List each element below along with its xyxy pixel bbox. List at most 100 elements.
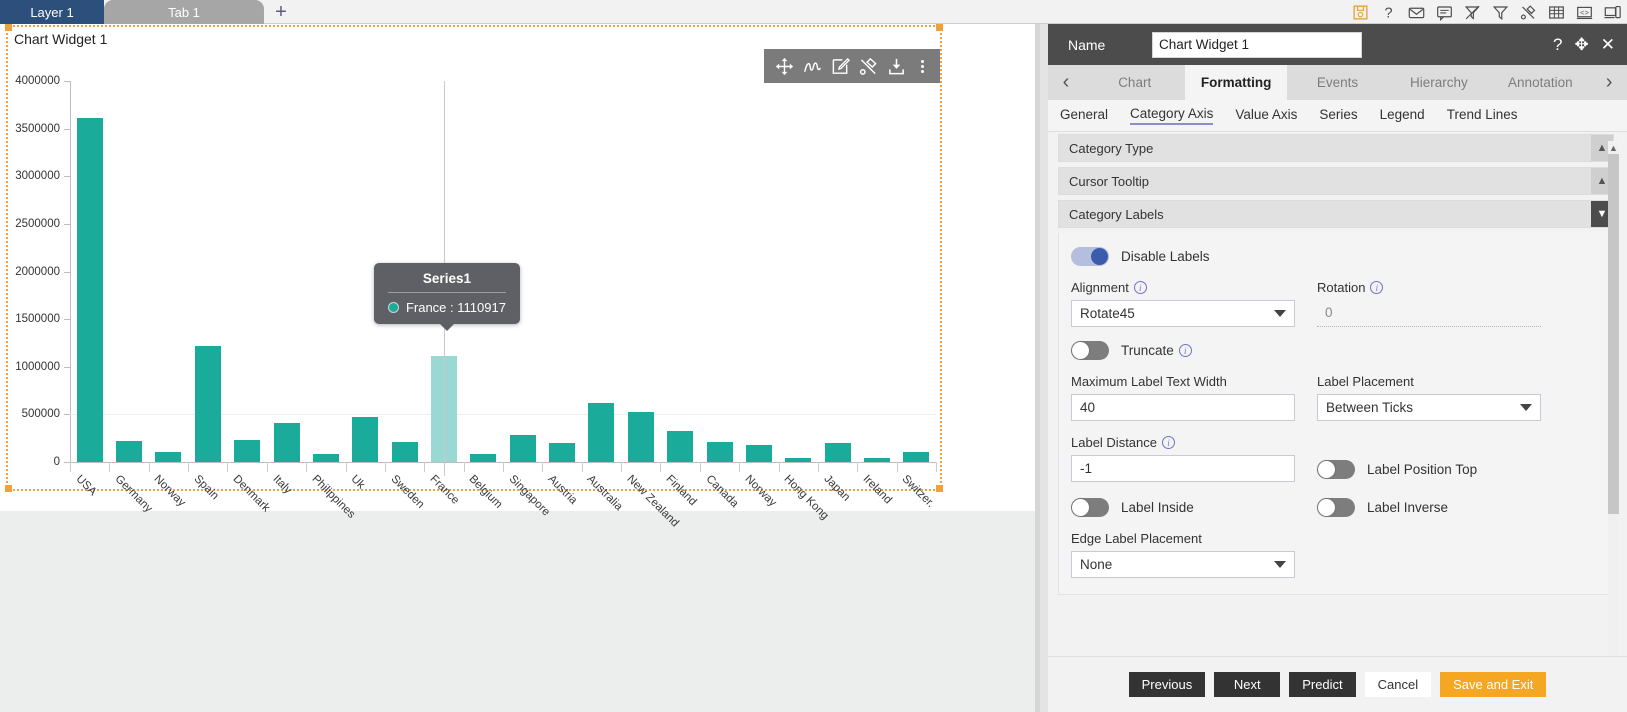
help-icon[interactable]: ? bbox=[1380, 4, 1397, 21]
subtab-category-axis[interactable]: Category Axis bbox=[1130, 106, 1214, 125]
tab-events[interactable]: Events bbox=[1287, 65, 1388, 100]
accordion-category-type[interactable]: Category Type ▲ bbox=[1058, 134, 1614, 162]
bar[interactable] bbox=[588, 403, 615, 462]
chevron-down-icon bbox=[1520, 404, 1532, 411]
info-icon[interactable]: i bbox=[1162, 436, 1175, 449]
move-icon[interactable]: ✥ bbox=[1575, 36, 1589, 53]
tab-tab-1[interactable]: Tab 1 bbox=[104, 0, 264, 24]
category-axis-tick bbox=[424, 462, 426, 472]
filter-icon[interactable] bbox=[1492, 4, 1509, 21]
subtab-series[interactable]: Series bbox=[1319, 107, 1357, 124]
bar[interactable] bbox=[863, 458, 890, 462]
bar[interactable] bbox=[155, 451, 182, 462]
panel-scrollbar[interactable]: ▲ ▼ bbox=[1608, 141, 1619, 667]
bar[interactable] bbox=[667, 430, 694, 462]
tab-formatting[interactable]: Formatting bbox=[1185, 65, 1287, 100]
rotation-input[interactable]: 0 bbox=[1317, 300, 1541, 327]
tabs-prev-button[interactable]: ‹ bbox=[1048, 65, 1084, 100]
scrollbar-thumb[interactable] bbox=[1608, 154, 1619, 514]
canvas-empty-area[interactable] bbox=[0, 511, 1040, 712]
chart-plot-area[interactable]: 0 500000 1000000 1500000 2000000 2500000 30000… bbox=[8, 49, 940, 529]
bar[interactable] bbox=[194, 346, 221, 462]
info-icon[interactable]: i bbox=[1178, 344, 1192, 357]
tab-layer-1[interactable]: Layer 1 bbox=[0, 0, 104, 24]
clear-filter-icon[interactable] bbox=[1464, 4, 1481, 21]
truncate-toggle[interactable] bbox=[1071, 341, 1109, 360]
scroll-up-icon[interactable]: ▲ bbox=[1608, 141, 1619, 154]
bar[interactable] bbox=[824, 443, 851, 462]
label-distance-input[interactable]: -1 bbox=[1071, 455, 1295, 482]
accordion-cursor-tooltip[interactable]: Cursor Tooltip ▲ bbox=[1058, 167, 1614, 195]
info-icon[interactable]: i bbox=[1133, 281, 1147, 294]
edge-label-placement-select[interactable]: None bbox=[1071, 551, 1295, 578]
info-icon[interactable]: i bbox=[1370, 281, 1384, 294]
value-axis-tick-label: 0 bbox=[53, 456, 60, 468]
bar[interactable] bbox=[549, 443, 576, 462]
category-axis-tick bbox=[896, 462, 898, 472]
design-canvas[interactable]: Chart Widget 1 0 500000 1000000 1500000 … bbox=[0, 24, 1040, 712]
bar[interactable] bbox=[627, 411, 654, 462]
accordion-category-labels[interactable]: Category Labels ▼ bbox=[1058, 200, 1614, 228]
label-position-top-toggle[interactable] bbox=[1317, 460, 1355, 479]
panel-content[interactable]: Category Type ▲ Cursor Tooltip ▲ Categor… bbox=[1058, 134, 1614, 662]
label-placement-select[interactable]: Between Ticks bbox=[1317, 394, 1541, 421]
table-icon[interactable] bbox=[1548, 4, 1565, 21]
tab-chart[interactable]: Chart bbox=[1084, 65, 1185, 100]
alignment-select[interactable]: Rotate45 bbox=[1071, 300, 1295, 327]
chevron-down-icon bbox=[1274, 561, 1286, 568]
bar[interactable] bbox=[903, 452, 930, 462]
bar[interactable] bbox=[352, 417, 379, 462]
chevron-down-icon bbox=[1274, 310, 1286, 317]
category-axis-tick bbox=[581, 462, 583, 472]
label-inside-toggle[interactable] bbox=[1071, 498, 1109, 517]
bar[interactable] bbox=[273, 423, 300, 462]
category-axis-label: Sweden bbox=[388, 473, 426, 511]
close-icon[interactable]: ✕ bbox=[1601, 36, 1615, 53]
bar[interactable] bbox=[785, 457, 812, 462]
subtab-general[interactable]: General bbox=[1060, 107, 1108, 124]
predict-button[interactable]: Predict bbox=[1289, 672, 1356, 697]
max-label-text-width-input[interactable]: 40 bbox=[1071, 394, 1295, 421]
bar[interactable] bbox=[706, 441, 733, 462]
previous-button[interactable]: Previous bbox=[1128, 672, 1206, 697]
edge-label-placement-field: Edge Label Placement None bbox=[1071, 531, 1295, 578]
subtab-value-axis[interactable]: Value Axis bbox=[1235, 107, 1297, 124]
widget-name-input[interactable] bbox=[1152, 31, 1362, 58]
responsive-icon[interactable] bbox=[1604, 4, 1621, 21]
category-axis-tick bbox=[857, 462, 859, 472]
next-button[interactable]: Next bbox=[1214, 672, 1281, 697]
save-and-exit-button[interactable]: Save and Exit bbox=[1440, 672, 1547, 697]
bar[interactable] bbox=[234, 440, 261, 462]
bar[interactable] bbox=[745, 444, 772, 462]
tools-icon[interactable] bbox=[1520, 4, 1537, 21]
add-tab-button[interactable]: + bbox=[264, 0, 298, 24]
tabs-next-button[interactable]: › bbox=[1591, 65, 1627, 100]
code-icon[interactable]: <> bbox=[1576, 4, 1593, 21]
tab-annotation[interactable]: Annotation bbox=[1490, 65, 1591, 100]
resize-handle-top-left[interactable] bbox=[5, 24, 12, 31]
bar[interactable] bbox=[76, 117, 103, 462]
label-inverse-toggle[interactable] bbox=[1317, 498, 1355, 517]
mail-icon[interactable] bbox=[1408, 4, 1425, 21]
disable-labels-toggle[interactable] bbox=[1071, 247, 1109, 266]
tooltip-arrow bbox=[439, 324, 454, 331]
cancel-button-label: Cancel bbox=[1377, 677, 1419, 692]
bar[interactable] bbox=[312, 454, 339, 462]
subtab-legend-label: Legend bbox=[1379, 107, 1425, 122]
tab-hierarchy[interactable]: Hierarchy bbox=[1388, 65, 1489, 100]
subtab-legend[interactable]: Legend bbox=[1380, 107, 1425, 124]
save-icon[interactable] bbox=[1352, 4, 1369, 21]
bar[interactable] bbox=[116, 440, 143, 462]
bar[interactable] bbox=[509, 435, 536, 462]
comment-icon[interactable] bbox=[1436, 4, 1453, 21]
resize-handle-top-right[interactable] bbox=[936, 24, 943, 31]
bar[interactable] bbox=[391, 442, 418, 462]
cancel-button[interactable]: Cancel bbox=[1364, 672, 1432, 697]
bar[interactable] bbox=[470, 453, 497, 462]
tab-formatting-label: Formatting bbox=[1200, 75, 1272, 90]
help-icon[interactable]: ? bbox=[1553, 36, 1562, 53]
chart-widget[interactable]: Chart Widget 1 0 500000 1000000 1500000 … bbox=[5, 24, 943, 529]
tab-chart-label: Chart bbox=[1118, 75, 1152, 90]
series-color-dot bbox=[387, 302, 399, 313]
subtab-trend-lines[interactable]: Trend Lines bbox=[1447, 107, 1518, 124]
